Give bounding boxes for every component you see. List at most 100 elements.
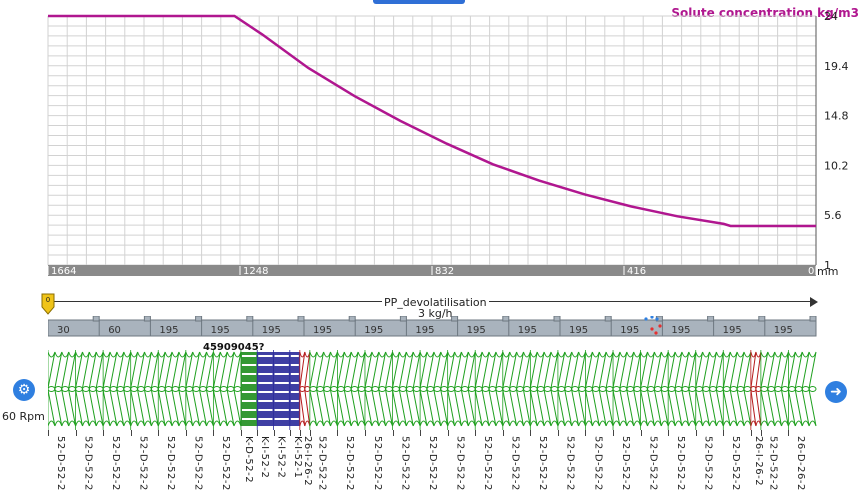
element-label-cell[interactable]: 52-D-52-2 xyxy=(135,436,155,500)
screw-flight xyxy=(371,351,380,389)
screw-flight xyxy=(150,389,159,427)
element-label-cell[interactable]: 52-D-52-2 xyxy=(80,436,100,500)
screw-flight xyxy=(95,351,104,389)
screw-core xyxy=(474,386,483,392)
screw-flight xyxy=(405,351,414,389)
element-code-label: 26-I-26-2 xyxy=(752,436,764,487)
barrel-flange xyxy=(297,316,305,322)
screw-flight xyxy=(488,351,497,389)
element-label-cell[interactable]: 52-D-52-2 xyxy=(425,436,445,500)
element-code-label: 52-D-52-2 xyxy=(647,436,659,491)
screw-flight xyxy=(543,389,552,427)
screw-flight xyxy=(212,389,221,427)
screw-flight xyxy=(640,389,648,427)
screw-flight xyxy=(233,389,242,427)
element-label-cell[interactable]: 52-D-52-2 xyxy=(673,436,693,500)
element-tick xyxy=(530,430,532,436)
screw-flight xyxy=(543,351,552,389)
screw-flight xyxy=(715,389,724,427)
element-code-label: 52-D-52-2 xyxy=(730,436,742,491)
element-tick xyxy=(788,430,790,436)
element-tick xyxy=(185,430,187,436)
screw-flight xyxy=(767,351,776,389)
element-label-cell[interactable]: 52-D-52-2 xyxy=(701,436,721,500)
screw-flight xyxy=(460,351,469,389)
element-label-cell[interactable]: 26-D-26-2 xyxy=(793,436,813,500)
screw-flight xyxy=(709,389,717,427)
x-tick-label: 1664 xyxy=(51,266,76,277)
screw-flight xyxy=(702,389,710,427)
element-tick xyxy=(502,430,504,436)
screw-flight xyxy=(808,351,817,389)
element-tick xyxy=(640,430,642,436)
element-label-cell[interactable]: 52-D-52-2 xyxy=(535,436,555,500)
element-label-cell[interactable]: 52-D-52-2 xyxy=(108,436,128,500)
screw-core xyxy=(729,386,738,392)
element-label-cell[interactable]: 52-D-52-2 xyxy=(452,436,472,500)
element-label-cell[interactable]: 52-D-52-2 xyxy=(480,436,500,500)
screw-flight xyxy=(619,389,628,427)
barrel-segments[interactable]: 30 60 195 195 195 195 195 195 195 195 195 195 195 195… xyxy=(48,316,818,338)
element-label-cell[interactable]: 52-D-52-2 xyxy=(53,436,73,500)
element-label-cell[interactable]: 52-D-52-2 xyxy=(590,436,610,500)
screw-flight xyxy=(722,389,731,427)
kneading-block xyxy=(257,352,274,426)
screw-flight xyxy=(536,389,545,427)
screw-flight xyxy=(54,389,63,427)
screw-flight xyxy=(787,351,796,389)
element-label-cell[interactable]: 52-D-52-2 xyxy=(163,436,183,500)
element-label-cell[interactable]: 52-D-52-2 xyxy=(766,436,786,500)
screw-flight xyxy=(316,351,325,389)
element-tick xyxy=(337,430,339,436)
screw-core xyxy=(523,386,531,392)
screw-core xyxy=(619,386,628,392)
element-label-cell[interactable]: 52-D-52-2 xyxy=(218,436,238,500)
screw-core xyxy=(192,386,201,392)
element-code-label: K-I-52-2 xyxy=(275,436,287,479)
y-tick-label: 10.2 xyxy=(824,159,849,172)
screw-core xyxy=(557,386,566,392)
screw-core xyxy=(343,386,352,392)
screw-flight xyxy=(385,351,393,389)
screw-core xyxy=(585,386,593,392)
element-label-cell[interactable]: 52-D-52-2 xyxy=(370,436,390,500)
element-label-cell[interactable]: 52-D-52-2 xyxy=(508,436,528,500)
screw-core xyxy=(695,386,704,392)
screw-core xyxy=(102,386,111,392)
screw-core xyxy=(433,386,442,392)
barrel-flange xyxy=(195,316,203,322)
element-label-cell[interactable]: 52-D-52-2 xyxy=(563,436,583,500)
screw-flight xyxy=(144,389,152,427)
screw-flight xyxy=(688,351,697,389)
screw-flight xyxy=(398,389,407,427)
screw-configuration[interactable] xyxy=(48,350,818,432)
element-label-cell[interactable]: 52-D-52-2 xyxy=(728,436,748,500)
screw-core xyxy=(755,386,762,392)
next-button[interactable]: ➜ xyxy=(825,381,847,403)
element-label-cell[interactable]: 52-D-52-2 xyxy=(397,436,417,500)
barrel-flange xyxy=(451,316,459,322)
settings-button[interactable]: ⚙ xyxy=(13,379,35,401)
screw-core xyxy=(516,386,524,392)
screw-core xyxy=(774,386,782,392)
element-code-label: 52-D-52-2 xyxy=(165,436,177,491)
screw-flight xyxy=(102,351,111,389)
screw-flight xyxy=(688,389,697,427)
screw-flight xyxy=(626,389,635,427)
element-label-cell[interactable]: 52-D-52-2 xyxy=(618,436,638,500)
barrel-segment-label: 60 xyxy=(108,325,121,336)
element-label-cell[interactable]: 52-D-52-2 xyxy=(315,436,335,500)
element-label-cell[interactable]: 52-D-52-2 xyxy=(191,436,211,500)
element-tick xyxy=(213,430,215,436)
y-tick-label: 24 xyxy=(824,10,838,23)
screw-flight xyxy=(88,389,97,427)
position-pin-icon[interactable]: 0 xyxy=(41,293,55,315)
screw-flight xyxy=(392,389,400,427)
element-label-cell[interactable]: 52-D-52-2 xyxy=(342,436,362,500)
screw-flight xyxy=(550,389,559,427)
element-code-label: K-D-52-2 xyxy=(242,436,254,484)
element-label-cell[interactable]: 52-D-52-2 xyxy=(645,436,665,500)
barrel-segment-label: 195 xyxy=(671,325,690,336)
element-tick xyxy=(695,430,697,436)
arrow-right-icon: ➜ xyxy=(830,384,842,400)
